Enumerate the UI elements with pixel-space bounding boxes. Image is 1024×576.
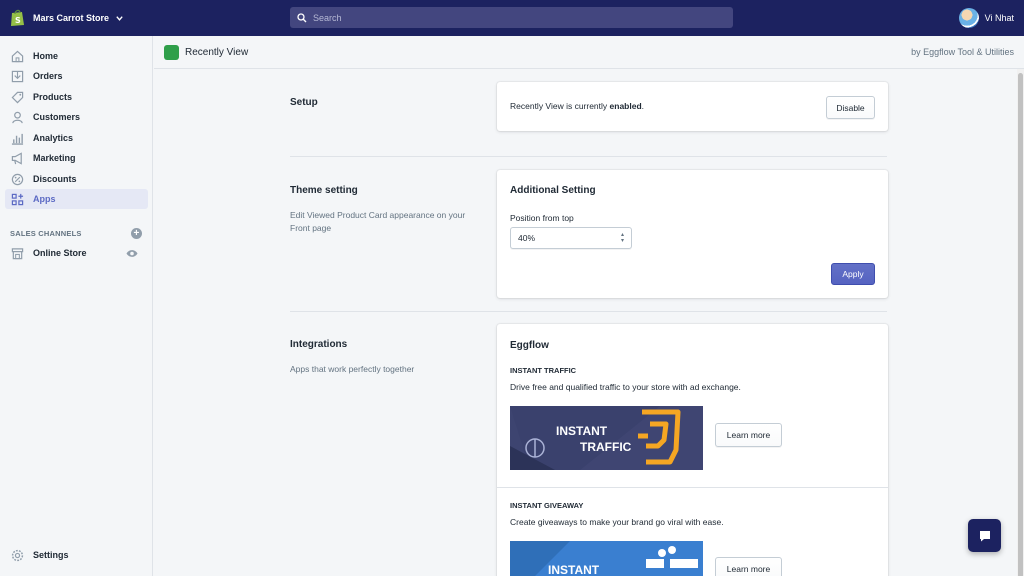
- sidebar-item-customers[interactable]: Customers: [5, 107, 148, 127]
- section-divider: [290, 311, 887, 312]
- learn-more-button[interactable]: Learn more: [715, 557, 782, 576]
- status-prefix: Recently View is currently: [510, 101, 610, 111]
- user-menu[interactable]: Vi Nhat: [958, 8, 1014, 28]
- search-input[interactable]: [313, 12, 713, 23]
- sidebar-item-label: Customers: [33, 112, 81, 122]
- instant-traffic-banner-art: [510, 406, 703, 470]
- banner-line1: INSTANT: [548, 563, 600, 576]
- avatar: [958, 8, 979, 28]
- sidebar-item-orders[interactable]: Orders: [5, 66, 148, 86]
- sidebar: Home Orders Products Customers Analytics…: [0, 36, 153, 576]
- chat-button[interactable]: [968, 519, 1001, 552]
- scrollbar-track[interactable]: [1017, 69, 1024, 576]
- position-select[interactable]: 40% ▴ ▾: [510, 227, 632, 249]
- setup-status-text: Recently View is currently enabled.: [510, 101, 644, 111]
- item-divider: [497, 487, 888, 488]
- theme-section-description: Edit Viewed Product Card appearance on y…: [290, 210, 466, 233]
- additional-setting-title: Additional Setting: [510, 185, 596, 196]
- status-value: enabled: [609, 101, 642, 111]
- app-developer-link[interactable]: by Eggflow Tool & Utilities: [911, 47, 1014, 57]
- tag-icon: [10, 90, 24, 104]
- theme-section-title: Theme setting: [290, 185, 358, 196]
- store-name: Mars Carrot Store: [33, 13, 110, 23]
- recently-view-logo-icon: [164, 44, 179, 60]
- sidebar-item-label: Apps: [33, 194, 56, 204]
- add-sales-channel-icon[interactable]: +: [131, 228, 142, 239]
- instant-traffic-heading: INSTANT TRAFFIC: [510, 366, 577, 375]
- user-name: Vi Nhat: [984, 13, 1014, 23]
- banner-line2: TRAFFIC: [580, 440, 632, 454]
- sidebar-item-label: Discounts: [33, 174, 77, 184]
- disable-button[interactable]: Disable: [826, 96, 875, 119]
- apply-button[interactable]: Apply: [831, 263, 875, 285]
- shopify-bag-icon: S: [11, 9, 24, 26]
- svg-text:S: S: [15, 16, 21, 25]
- integrations-section-title: Integrations: [290, 339, 348, 350]
- status-suffix: .: [641, 101, 645, 111]
- sidebar-item-discounts[interactable]: Discounts: [5, 169, 148, 189]
- sidebar-item-label: Home: [33, 51, 59, 61]
- apps-icon: [10, 192, 24, 206]
- banner-line1: INSTANT: [556, 424, 608, 438]
- sidebar-item-marketing[interactable]: Marketing: [5, 148, 148, 168]
- bar-chart-icon: [10, 131, 24, 145]
- search-bar[interactable]: [290, 7, 733, 28]
- instant-giveaway-banner-art: [510, 541, 703, 576]
- integrations-section-description: Apps that work perfectly together: [290, 364, 415, 374]
- sidebar-item-analytics[interactable]: Analytics: [5, 128, 148, 148]
- position-label: Position from top: [510, 213, 574, 223]
- setup-section-title: Setup: [290, 97, 318, 108]
- sidebar-item-settings[interactable]: Settings: [5, 545, 148, 565]
- eye-icon[interactable]: [126, 249, 138, 258]
- discount-icon: [10, 172, 24, 186]
- sidebar-item-label: Settings: [33, 550, 69, 560]
- sidebar-item-label: Orders: [33, 71, 63, 81]
- instant-traffic-description: Drive free and qualified traffic to your…: [510, 382, 741, 392]
- sidebar-item-label: Analytics: [33, 133, 74, 143]
- sidebar-item-online-store[interactable]: Online Store: [5, 243, 148, 263]
- learn-more-button[interactable]: Learn more: [715, 423, 782, 447]
- select-arrows-icon: ▴ ▾: [620, 232, 624, 244]
- megaphone-icon: [10, 151, 24, 165]
- top-bar: S Mars Carrot Store Vi Nhat: [0, 0, 1024, 36]
- app-header: Recently View by Eggflow Tool & Utilitie…: [154, 36, 1024, 69]
- store-switcher[interactable]: S Mars Carrot Store: [10, 9, 124, 27]
- person-icon: [10, 110, 24, 124]
- app-title: Recently View: [185, 46, 249, 58]
- additional-setting-card: Additional Setting Position from top 40%…: [497, 170, 888, 298]
- sidebar-item-label: Products: [33, 92, 73, 102]
- instant-giveaway-banner[interactable]: INSTANT: [510, 541, 703, 576]
- orders-icon: [10, 69, 24, 83]
- home-icon: [10, 49, 24, 63]
- sidebar-item-apps[interactable]: Apps: [5, 189, 148, 209]
- chat-bubble-icon: [979, 530, 990, 541]
- setup-card: Recently View is currently enabled. Disa…: [497, 82, 888, 131]
- chevron-down-icon: [116, 15, 123, 21]
- sidebar-item-label: Online Store: [33, 248, 87, 258]
- eggflow-title: Eggflow: [510, 340, 549, 351]
- sales-channels-header: SALES CHANNELS +: [10, 228, 142, 239]
- position-value: 40%: [518, 233, 536, 243]
- gear-icon: [10, 548, 24, 562]
- sales-channels-title: SALES CHANNELS: [10, 229, 82, 238]
- eggflow-card: Eggflow INSTANT TRAFFIC Drive free and q…: [497, 324, 888, 576]
- sidebar-item-home[interactable]: Home: [5, 46, 148, 66]
- store-icon: [10, 246, 24, 260]
- search-icon: [297, 12, 307, 22]
- section-divider: [290, 156, 887, 157]
- instant-traffic-banner[interactable]: INSTANT TRAFFIC: [510, 406, 703, 470]
- instant-giveaway-heading: INSTANT GIVEAWAY: [510, 501, 584, 510]
- sidebar-item-label: Marketing: [33, 153, 76, 163]
- scrollbar-thumb[interactable]: [1018, 73, 1023, 576]
- instant-giveaway-description: Create giveaways to make your brand go v…: [510, 517, 724, 527]
- sidebar-item-products[interactable]: Products: [5, 87, 148, 107]
